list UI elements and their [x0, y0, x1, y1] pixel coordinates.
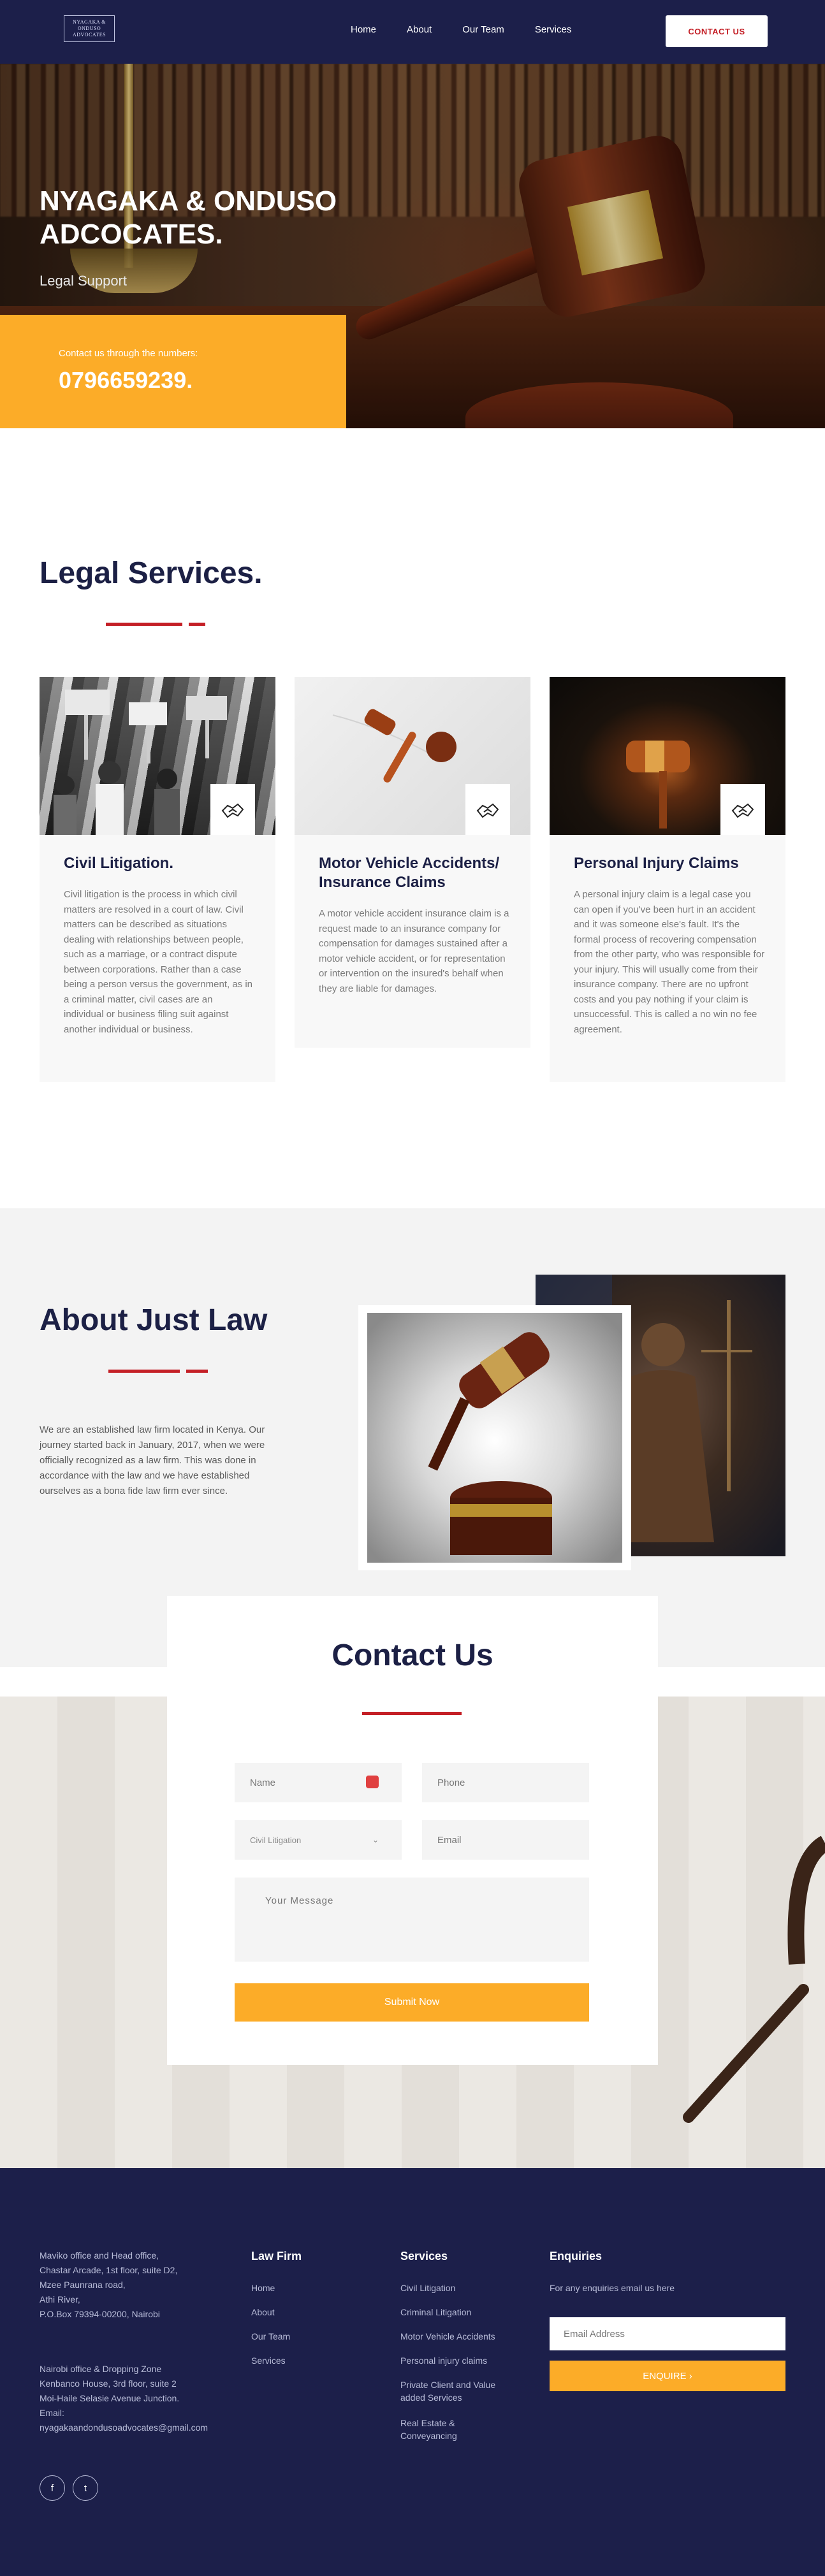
hero-subtitle: Legal Support	[40, 273, 127, 289]
footer-lawfirm-title: Law Firm	[251, 2250, 302, 2262]
contact-title: Contact Us	[332, 1639, 493, 1672]
address-line: Chastar Arcade, 1st floor, suite D2,	[40, 2265, 178, 2275]
address-line: Maviko office and Head office,	[40, 2250, 159, 2261]
service-card-title: Civil Litigation.	[64, 855, 173, 872]
footer-link-services[interactable]: Services	[251, 2354, 286, 2367]
footer-service-link[interactable]: Criminal Litigation	[400, 2306, 528, 2319]
chevron-down-icon: ⌄	[372, 1835, 379, 1844]
footer-enquiries-text: For any enquiries email us here	[550, 2283, 675, 2293]
logo-line: ONDUSO	[77, 25, 101, 31]
hero-banner: NYAGAKA & ONDUSO ADCOCATES. Legal Suppor…	[0, 64, 825, 428]
contact-us-button[interactable]: CONTACT US	[666, 15, 768, 47]
enquire-button[interactable]: ENQUIRE ›	[550, 2361, 785, 2391]
service-select-value: Civil Litigation	[250, 1835, 302, 1845]
footer-service-link[interactable]: Real Estate & Conveyancing	[400, 2417, 496, 2442]
handshake-icon	[731, 803, 754, 818]
address-line: Moi-Haile Selasie Avenue Junction.	[40, 2393, 180, 2403]
footer-link-about[interactable]: About	[251, 2306, 275, 2319]
hero-phone-number[interactable]: 0796659239.	[59, 367, 193, 394]
address-line: Kenbanco House, 3rd floor, suite 2	[40, 2378, 177, 2389]
twitter-icon[interactable]: t	[73, 2475, 98, 2501]
nav-about[interactable]: About	[407, 24, 432, 35]
footer-service-link[interactable]: Motor Vehicle Accidents	[400, 2330, 528, 2343]
footer-services-title: Services	[400, 2250, 448, 2262]
nav-our-team[interactable]: Our Team	[462, 24, 504, 35]
phone-field[interactable]	[422, 1763, 589, 1802]
footer-link-our-team[interactable]: Our Team	[251, 2330, 290, 2343]
site-logo[interactable]: NYAGAKA & ONDUSO ADVOCATES	[64, 15, 115, 42]
site-header: NYAGAKA & ONDUSO ADVOCATES Home About Ou…	[0, 0, 825, 64]
service-badge	[210, 784, 255, 835]
address-line: Email:	[40, 2408, 64, 2418]
about-divider-dot	[186, 1370, 208, 1373]
handshake-icon	[221, 803, 244, 818]
about-text: We are an established law firm located i…	[40, 1424, 265, 1496]
gavel-photo-about	[367, 1313, 622, 1563]
services-title: Legal Services.	[40, 556, 263, 590]
submit-button[interactable]: Submit Now	[235, 1983, 589, 2022]
service-select[interactable]: Civil Litigation ⌄	[235, 1820, 402, 1860]
address-line: Nairobi office & Dropping Zone	[40, 2364, 162, 2374]
service-card-personal-injury[interactable]: Personal Injury Claims A personal injury…	[550, 677, 785, 1082]
about-divider	[108, 1370, 180, 1373]
footer-office-nairobi: Nairobi office & Dropping Zone Kenbanco …	[40, 2362, 244, 2435]
address-line: Athi River,	[40, 2294, 80, 2305]
service-badge	[720, 784, 765, 835]
services-divider	[106, 623, 182, 626]
footer-service-link[interactable]: Civil Litigation	[400, 2282, 528, 2294]
services-divider-dot	[189, 623, 205, 626]
nav-home[interactable]: Home	[351, 24, 376, 35]
footer-office-head: Maviko office and Head office, Chastar A…	[40, 2248, 231, 2322]
service-card-civil-litigation[interactable]: Civil Litigation. Civil litigation is th…	[40, 677, 275, 1082]
footer-email-link[interactable]: nyagakaandondusoadvocates@gmail.com	[40, 2420, 244, 2435]
footer-link-home[interactable]: Home	[251, 2282, 275, 2294]
logo-line: ADVOCATES	[72, 32, 106, 38]
message-field[interactable]	[235, 1878, 589, 1962]
main-nav: Home About Our Team Services	[351, 24, 602, 35]
service-card-text: A motor vehicle accident insurance claim…	[319, 908, 509, 994]
contact-divider	[362, 1712, 462, 1715]
nav-services[interactable]: Services	[535, 24, 572, 35]
service-card-motor-vehicle[interactable]: Motor Vehicle Accidents/ Insurance Claim…	[295, 677, 530, 1048]
handshake-icon	[476, 803, 499, 818]
email-field[interactable]	[422, 1820, 589, 1860]
footer-enquiries-title: Enquiries	[550, 2250, 602, 2262]
footer-service-link[interactable]: Private Client and Value added Services	[400, 2378, 509, 2404]
facebook-icon[interactable]: f	[40, 2475, 65, 2501]
service-card-text: Civil litigation is the process in which…	[64, 889, 253, 1035]
address-line: P.O.Box 79394-00200, Nairobi	[40, 2309, 160, 2319]
service-card-text: A personal injury claim is a legal case …	[574, 889, 765, 1035]
hero-contact-box: Contact us through the numbers: 07966592…	[0, 315, 346, 428]
service-card-title: Motor Vehicle Accidents/ Insurance Claim…	[319, 855, 500, 891]
service-badge	[465, 784, 510, 835]
address-line: Mzee Paunrana road,	[40, 2280, 126, 2290]
autofill-icon[interactable]	[366, 1776, 379, 1788]
hero-title: NYAGAKA & ONDUSO ADCOCATES.	[40, 185, 337, 250]
enquiry-email-input[interactable]	[550, 2317, 785, 2350]
service-card-title: Personal Injury Claims	[574, 855, 739, 872]
falling-gavel-art	[428, 1332, 552, 1555]
logo-line: NYAGAKA &	[73, 19, 106, 25]
footer-service-link[interactable]: Personal injury claims	[400, 2354, 528, 2367]
hero-contact-label: Contact us through the numbers:	[59, 348, 198, 359]
about-title: About Just Law	[40, 1303, 268, 1337]
